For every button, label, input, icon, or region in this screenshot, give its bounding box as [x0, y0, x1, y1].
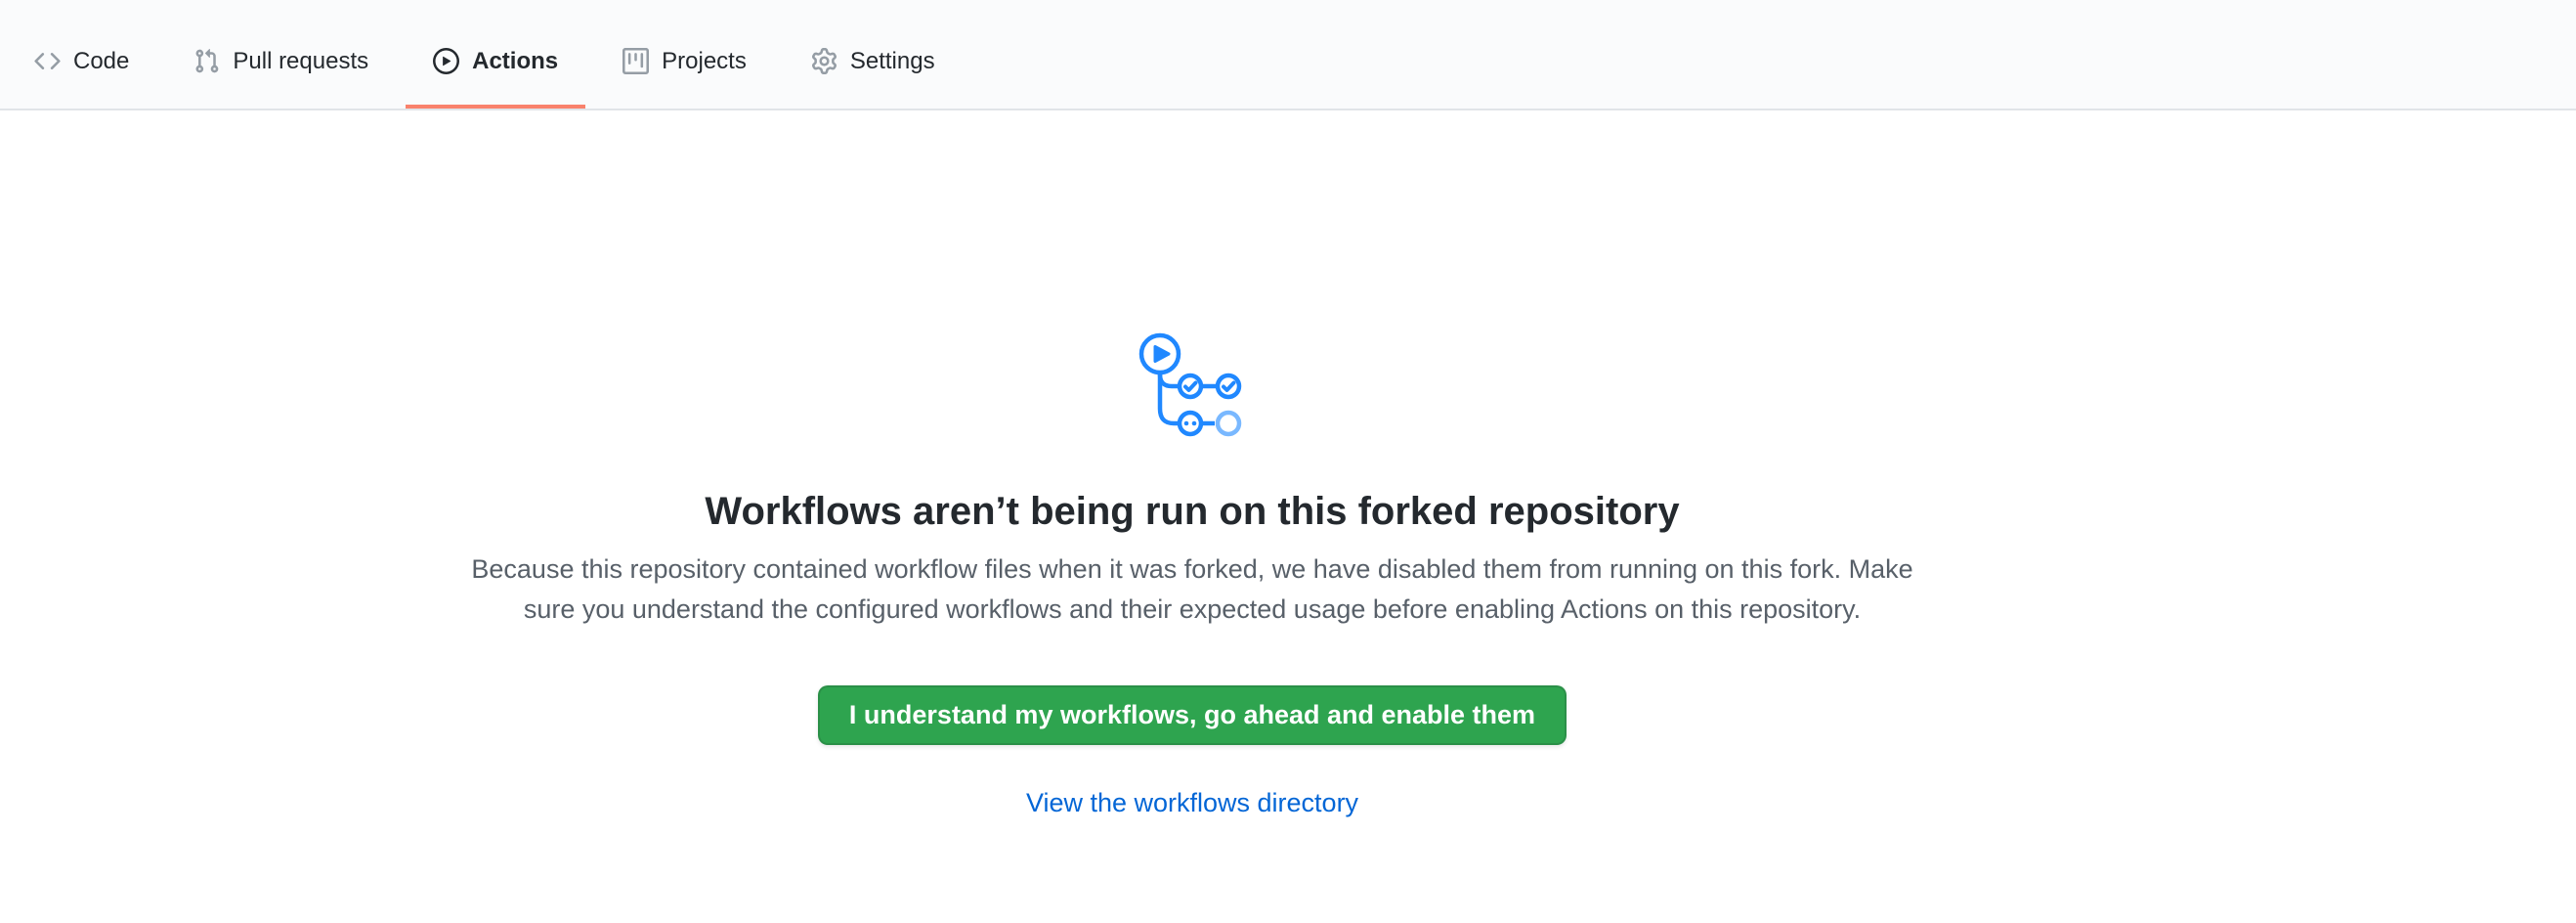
code-icon [34, 48, 61, 74]
git-pull-request-icon [193, 48, 220, 74]
gear-icon [811, 48, 837, 74]
tab-label: Settings [850, 50, 935, 73]
tab-label: Pull requests [233, 50, 368, 73]
tab-label: Projects [662, 50, 747, 73]
tab-pull-requests[interactable]: Pull requests [166, 14, 396, 109]
enable-workflows-button[interactable]: I understand my workflows, go ahead and … [818, 685, 1567, 745]
tab-label: Code [73, 50, 129, 73]
empty-state-title: Workflows aren’t being run on this forke… [0, 488, 2384, 535]
play-icon [433, 48, 459, 74]
description-line-2: sure you understand the configured workf… [0, 590, 2384, 630]
tab-settings[interactable]: Settings [784, 14, 963, 109]
project-icon [623, 48, 649, 74]
repo-tab-nav: Code Pull requests Actions Projects Sett… [0, 0, 2576, 110]
link-row: View the workflows directory [0, 788, 2384, 818]
description-line-1: Because this repository contained workfl… [0, 549, 2384, 590]
empty-state-description: Because this repository contained workfl… [0, 549, 2384, 630]
actions-empty-state: Workflows aren’t being run on this forke… [0, 330, 2384, 818]
workflows-directory-link[interactable]: View the workflows directory [1026, 788, 1358, 817]
tab-projects[interactable]: Projects [595, 14, 774, 109]
tab-label: Actions [472, 50, 558, 73]
actions-workflow-graph-icon [0, 330, 2384, 443]
tab-code[interactable]: Code [7, 14, 156, 109]
tab-actions[interactable]: Actions [406, 14, 585, 109]
